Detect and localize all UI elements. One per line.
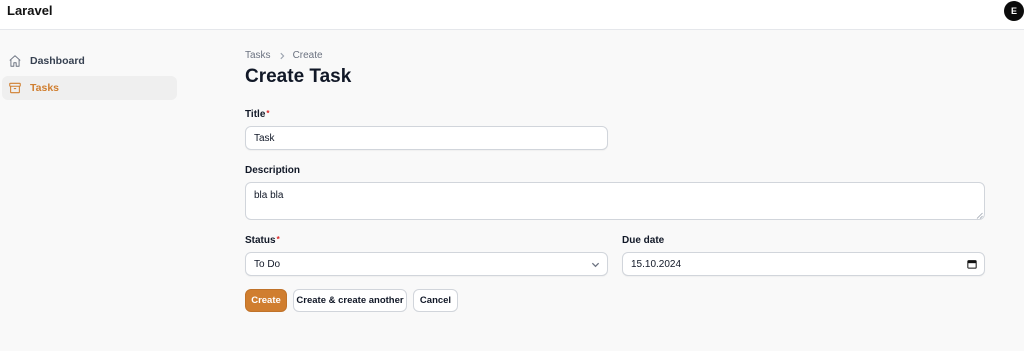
- archive-icon: [8, 81, 22, 95]
- description-textarea[interactable]: bla bla: [245, 182, 985, 220]
- create-button[interactable]: Create: [245, 289, 287, 312]
- sidebar-item-label: Tasks: [30, 82, 59, 94]
- calendar-icon[interactable]: [967, 259, 977, 269]
- chevron-down-icon: [591, 260, 600, 269]
- title-label-text: Title: [245, 109, 266, 120]
- home-icon: [8, 54, 22, 68]
- breadcrumb: Tasks Create: [245, 50, 323, 61]
- sidebar-item-label: Dashboard: [30, 55, 85, 67]
- due-date-label: Due date: [622, 235, 665, 246]
- status-select[interactable]: To Do: [245, 252, 608, 276]
- required-mark: *: [266, 109, 270, 118]
- due-date-value: 15.10.2024: [631, 258, 682, 270]
- title-label: Title*: [245, 109, 270, 120]
- chevron-right-icon: [278, 52, 286, 60]
- sidebar-item-tasks[interactable]: Tasks: [2, 76, 177, 100]
- brand-logo[interactable]: Laravel: [7, 3, 53, 18]
- description-value: bla bla: [254, 190, 284, 201]
- due-date-input[interactable]: 15.10.2024: [622, 252, 985, 276]
- user-avatar[interactable]: E: [1004, 1, 1024, 21]
- description-label: Description: [245, 165, 301, 176]
- status-label-text: Status: [245, 235, 276, 246]
- status-label: Status*: [245, 235, 280, 246]
- breadcrumb-current: Create: [292, 50, 323, 61]
- title-input[interactable]: Task: [245, 126, 608, 150]
- page-title: Create Task: [245, 66, 352, 87]
- top-bar: Laravel E: [0, 0, 1024, 30]
- create-another-button[interactable]: Create & create another: [293, 289, 407, 312]
- required-mark: *: [276, 235, 280, 244]
- cancel-button[interactable]: Cancel: [413, 289, 458, 312]
- resize-handle-icon[interactable]: [976, 211, 983, 219]
- status-selected-value: To Do: [254, 258, 281, 270]
- sidebar-item-dashboard[interactable]: Dashboard: [2, 49, 177, 73]
- title-input-value: Task: [254, 132, 275, 144]
- breadcrumb-tasks-link[interactable]: Tasks: [245, 50, 271, 61]
